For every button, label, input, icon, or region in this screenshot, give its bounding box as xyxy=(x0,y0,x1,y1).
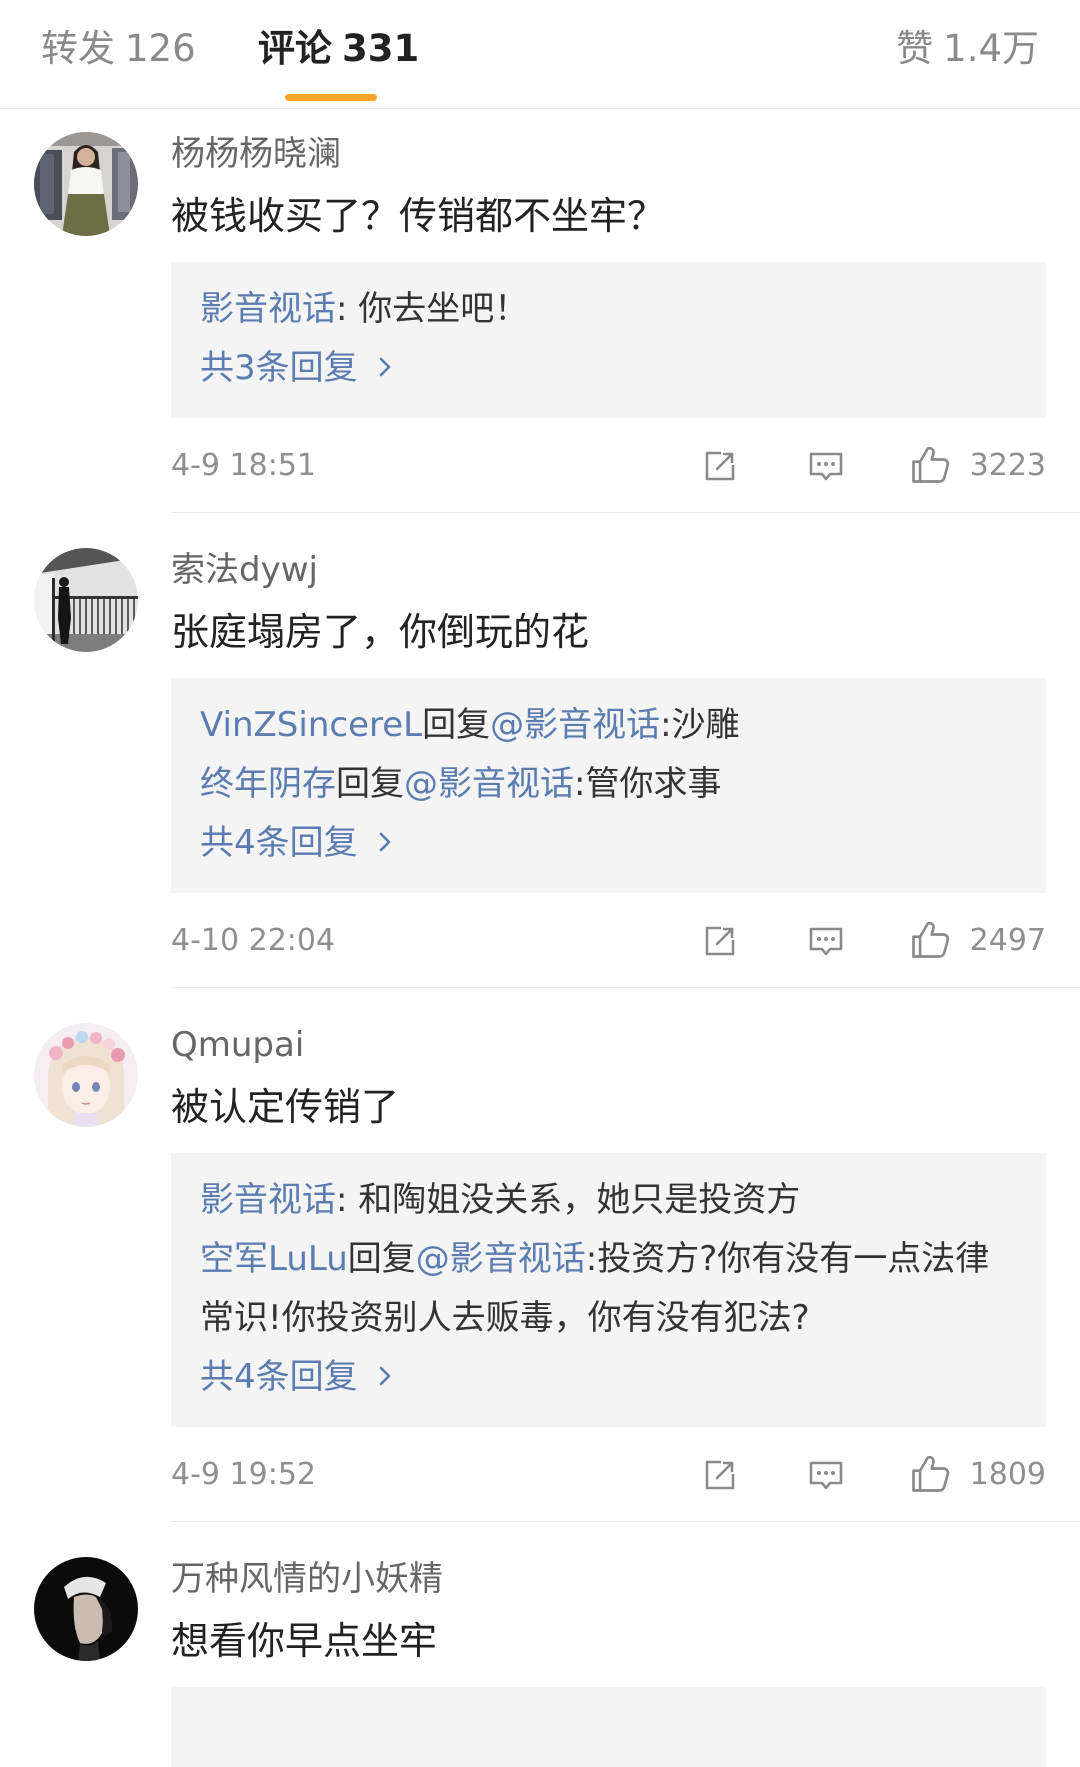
reply-line: 终年阴存回复@影音视话:管你求事 xyxy=(200,755,1015,814)
comment-text: 张庭塌房了，你倒玩的花 xyxy=(171,610,590,654)
reply-box[interactable]: 影音视话: 和陶姐没关系，她只是投资方 空军LuLu回复@影音视话:投资方?你有… xyxy=(171,1153,1046,1427)
comment-item: 杨杨杨晓澜 被钱收买了？传销都不坐牢？ 影音视话: 你去坐吧！ 共3条回复 4-… xyxy=(0,109,1080,513)
chevron-right-icon xyxy=(379,832,390,851)
avatar[interactable] xyxy=(34,132,138,236)
reply-line: 影音视话: 你去坐吧！ xyxy=(200,280,1015,339)
comment-icon xyxy=(809,452,843,481)
reply-verb: 回复 xyxy=(347,1239,416,1279)
username[interactable]: Qmupai xyxy=(171,1025,1080,1065)
comment-text: 被认定传销了 xyxy=(171,1085,400,1129)
reply-verb: 回复 xyxy=(422,705,491,745)
reply-button[interactable] xyxy=(806,1455,846,1495)
tab-reposts[interactable]: 转发 126 xyxy=(41,24,196,74)
username[interactable]: 万种风情的小妖精 xyxy=(171,1559,1080,1599)
reply-box[interactable]: VinZSincereL回复@影音视话:沙雕 终年阴存回复@影音视话:管你求事 … xyxy=(171,678,1046,893)
like-count: 3223 xyxy=(969,448,1046,483)
username[interactable]: 索法dywj xyxy=(171,550,1080,590)
tab-likes[interactable]: 赞 1.4万 xyxy=(896,24,1039,74)
comment-list: 杨杨杨晓澜 被钱收买了？传销都不坐牢？ 影音视话: 你去坐吧！ 共3条回复 4-… xyxy=(0,109,1080,1767)
comment-icon xyxy=(809,927,843,956)
chevron-right-icon xyxy=(379,357,390,376)
reply-author[interactable]: 空军LuLu xyxy=(200,1239,348,1279)
active-tab-indicator xyxy=(285,94,377,101)
tab-label: 转发 xyxy=(41,27,115,70)
more-replies-link[interactable]: 共4条回复 xyxy=(200,814,392,873)
like-button[interactable] xyxy=(908,918,952,962)
avatar[interactable] xyxy=(34,548,138,652)
thumbs-up-icon xyxy=(912,921,950,958)
reply-author[interactable]: 终年阴存 xyxy=(200,764,336,804)
username[interactable]: 杨杨杨晓澜 xyxy=(171,134,1080,174)
chevron-right-icon xyxy=(379,1366,390,1385)
share-icon xyxy=(705,1460,735,1490)
like-button[interactable] xyxy=(908,1452,952,1496)
reply-box[interactable] xyxy=(171,1687,1046,1767)
reply-line: 影音视话: 和陶姐没关系，她只是投资方 xyxy=(200,1171,1015,1230)
tab-comments[interactable]: 评论 331 xyxy=(258,24,419,74)
comment-icon xyxy=(809,1461,843,1490)
like-button[interactable] xyxy=(908,443,952,487)
reply-text: :沙雕 xyxy=(660,705,740,745)
share-icon xyxy=(705,926,735,956)
like-count: 2497 xyxy=(969,923,1046,958)
reply-box[interactable]: 影音视话: 你去坐吧！ 共3条回复 xyxy=(171,262,1046,418)
share-button[interactable] xyxy=(700,1455,740,1495)
reply-mention[interactable]: @影音视话 xyxy=(404,764,574,804)
comment-footer: 4-10 22:04 2497 xyxy=(171,916,1046,966)
avatar[interactable] xyxy=(34,1023,138,1127)
reply-author[interactable]: 影音视话 xyxy=(200,289,336,329)
comment-item: 索法dywj 张庭塌房了，你倒玩的花 VinZSincereL回复@影音视话:沙… xyxy=(0,513,1080,988)
avatar[interactable] xyxy=(34,1557,138,1661)
share-button[interactable] xyxy=(700,921,740,961)
tab-label: 赞 xyxy=(896,27,934,70)
tab-count: 1.4万 xyxy=(943,27,1039,70)
reply-verb: 回复 xyxy=(336,764,404,804)
thumbs-up-icon xyxy=(912,1455,950,1492)
reply-mention[interactable]: @影音视话 xyxy=(416,1239,586,1279)
comment-footer: 4-9 19:52 1809 xyxy=(171,1450,1046,1500)
comment-text: 被钱收买了？传销都不坐牢？ xyxy=(171,194,666,238)
more-replies-link[interactable]: 共4条回复 xyxy=(200,1348,392,1407)
reply-mention[interactable]: @影音视话 xyxy=(490,705,660,745)
more-replies-label: 共3条回复 xyxy=(200,348,358,388)
share-icon xyxy=(705,451,735,481)
tab-bar: 转发 126 评论 331 赞 1.4万 xyxy=(0,0,1080,109)
more-replies-label: 共4条回复 xyxy=(200,1357,358,1397)
comment-footer: 4-9 18:51 3223 xyxy=(171,441,1046,491)
more-replies-link[interactable]: 共3条回复 xyxy=(200,339,392,398)
reply-text: : 和陶姐没关系，她只是投资方 xyxy=(336,1180,801,1220)
thumbs-up-icon xyxy=(912,446,950,483)
reply-author[interactable]: 影音视话 xyxy=(200,1180,336,1220)
comment-time: 4-10 22:04 xyxy=(171,923,336,958)
tab-count: 331 xyxy=(342,27,420,70)
more-replies-label: 共4条回复 xyxy=(200,823,358,863)
like-count: 1809 xyxy=(969,1457,1046,1492)
tab-label: 评论 xyxy=(258,27,332,70)
reply-text: : 你去坐吧！ xyxy=(336,289,529,329)
reply-author[interactable]: VinZSincereL xyxy=(200,705,422,745)
share-button[interactable] xyxy=(700,446,740,486)
reply-line: 空军LuLu回复@影音视话:投资方?你有没有一点法律常识!你投资别人去贩毒，你有… xyxy=(200,1230,1015,1348)
reply-line: VinZSincereL回复@影音视话:沙雕 xyxy=(200,696,1015,755)
reply-button[interactable] xyxy=(806,921,846,961)
comment-item: Qmupai 被认定传销了 影音视话: 和陶姐没关系，她只是投资方 空军LuLu… xyxy=(0,988,1080,1522)
comment-time: 4-9 19:52 xyxy=(171,1457,316,1492)
tab-count: 126 xyxy=(125,27,196,70)
comment-time: 4-9 18:51 xyxy=(171,448,316,483)
reply-button[interactable] xyxy=(806,446,846,486)
reply-text: :管你求事 xyxy=(574,764,722,804)
comment-item: 万种风情的小妖精 想看你早点坐牢 xyxy=(0,1522,1080,1767)
comment-text: 想看你早点坐牢 xyxy=(171,1619,438,1663)
